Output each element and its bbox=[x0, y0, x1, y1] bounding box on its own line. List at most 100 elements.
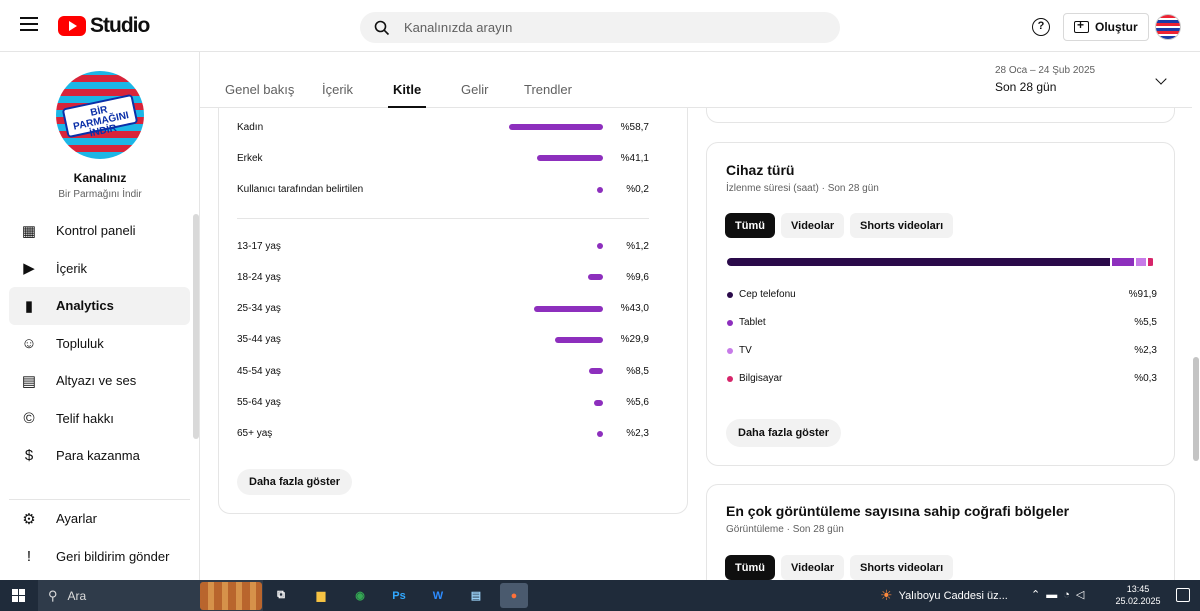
sidebar-item-label: Telif hakkı bbox=[56, 410, 114, 426]
feedback-icon: ! bbox=[26, 547, 32, 565]
menu-icon[interactable] bbox=[20, 17, 38, 31]
demographic-label: Kadın bbox=[237, 121, 264, 133]
app-icon[interactable]: W bbox=[424, 583, 452, 608]
sidebar-item-5[interactable]: © Telif hakkı bbox=[9, 400, 190, 438]
create-icon bbox=[1074, 18, 1089, 33]
account-avatar[interactable] bbox=[1155, 14, 1181, 40]
demographic-row: 45-54 yaş %8,5 bbox=[237, 361, 649, 381]
sidebar-scrollbar[interactable] bbox=[193, 214, 199, 439]
demographic-row: 55-64 yaş %5,6 bbox=[237, 393, 649, 413]
tab-content[interactable]: İçerik bbox=[322, 82, 353, 97]
taskbar-clock[interactable]: 13:45 25.02.2025 bbox=[1108, 583, 1168, 607]
clock-time: 13:45 bbox=[1126, 584, 1150, 594]
demographic-row: 25-34 yaş %43,0 bbox=[237, 299, 649, 319]
device-value: %0,3 bbox=[1134, 373, 1157, 384]
device-card-title: Cihaz türü bbox=[726, 162, 795, 178]
sidebar-item-4[interactable]: ▤ Altyazı ve ses bbox=[9, 362, 190, 400]
chevron-down-icon[interactable] bbox=[1155, 73, 1167, 85]
demographic-row: 13-17 yaş %1,2 bbox=[237, 236, 649, 256]
legend-dot bbox=[727, 320, 733, 326]
weather-widget[interactable]: ☀ Yalıboyu Caddesi üz... bbox=[880, 580, 1008, 611]
tab-overview[interactable]: Genel bakış bbox=[225, 82, 294, 97]
show-more-button[interactable]: Daha fazla göster bbox=[237, 469, 353, 495]
device-type-card: Cihaz türü İzlenme süresi (saat) · Son 2… bbox=[706, 142, 1175, 466]
demographic-label: 65+ yaş bbox=[237, 428, 273, 440]
sidebar-item-label: Analytics bbox=[56, 298, 114, 314]
windows-start-icon[interactable] bbox=[12, 589, 25, 602]
channel-name: Bir Parmağını İndir bbox=[58, 189, 142, 200]
main-scrollbar[interactable] bbox=[1193, 357, 1199, 461]
sidebar-item-1[interactable]: ▶ İçerik bbox=[9, 250, 190, 288]
sidebar-item-3[interactable]: ☺ Topluluk bbox=[9, 325, 190, 363]
photoshop-icon[interactable]: Ps bbox=[385, 583, 413, 608]
windows-taskbar: ⚲ Ara ⧉ ▆ ◉ Ps W ▤ ● ☀ Yalıboyu Caddesi üz... … bbox=[0, 580, 1200, 611]
file-explorer-icon[interactable]: ▆ bbox=[307, 583, 335, 608]
sidebar-bottom-item-1[interactable]: ! Geri bildirim gönder bbox=[9, 538, 190, 576]
sidebar-item-label: Altyazı ve ses bbox=[56, 373, 137, 389]
notepad-icon[interactable]: ▤ bbox=[462, 583, 490, 608]
sidebar-item-label: Ayarlar bbox=[56, 511, 97, 527]
demographic-value: %0,2 bbox=[626, 184, 649, 196]
weather-text: Yalıboyu Caddesi üz... bbox=[898, 589, 1008, 602]
device-share-segment bbox=[1111, 258, 1135, 266]
sidebar-bottom-item-0[interactable]: ⚙ Ayarlar bbox=[9, 500, 190, 538]
device-share-bar bbox=[727, 258, 1155, 266]
demographic-label: Erkek bbox=[237, 152, 263, 164]
sidebar: BİR PARMAĞINI İNDİR Kanalınız Bir Parmağın… bbox=[0, 52, 200, 580]
chrome-icon[interactable]: ◉ bbox=[346, 583, 374, 608]
filter-videos[interactable]: Videolar bbox=[781, 213, 845, 238]
demographic-bar bbox=[594, 399, 603, 406]
search-bar[interactable] bbox=[360, 12, 840, 43]
period-label[interactable]: Son 28 gün bbox=[995, 80, 1056, 94]
filter-videos[interactable]: Videolar bbox=[781, 555, 845, 580]
demographic-value: %29,9 bbox=[620, 334, 649, 346]
system-tray-icons[interactable]: ⌃▬◔◁ bbox=[1031, 588, 1090, 601]
legend-dot bbox=[727, 348, 733, 354]
sidebar-item-2[interactable]: ▮ Analytics bbox=[9, 287, 190, 325]
sidebar-item-6[interactable]: $ Para kazanma bbox=[9, 437, 190, 475]
sidebar-item-0[interactable]: ▦ Kontrol paneli bbox=[9, 212, 190, 250]
search-input[interactable] bbox=[404, 20, 804, 35]
tab-revenue[interactable]: Gelir bbox=[461, 82, 488, 97]
search-icon bbox=[374, 20, 390, 35]
firefox-icon[interactable]: ● bbox=[500, 583, 528, 608]
demographic-label: 13-17 yaş bbox=[237, 240, 281, 252]
demographic-label: 25-34 yaş bbox=[237, 303, 281, 315]
demographic-value: %41,1 bbox=[620, 152, 649, 164]
channel-avatar[interactable]: BİR PARMAĞINI İNDİR bbox=[56, 71, 144, 159]
demographic-label: 45-54 yaş bbox=[237, 365, 281, 377]
demographic-bar bbox=[597, 243, 603, 249]
tab-audience[interactable]: Kitle bbox=[387, 82, 427, 109]
help-icon[interactable]: ? bbox=[1032, 18, 1050, 36]
device-row: Tablet %5,5 bbox=[727, 315, 1157, 331]
youtube-play-icon bbox=[58, 16, 86, 36]
create-button[interactable]: Oluştur bbox=[1063, 13, 1149, 41]
device-row: Cep telefonu %91,9 bbox=[727, 287, 1157, 303]
demographic-bar bbox=[537, 155, 603, 162]
show-more-button[interactable]: Daha fazla göster bbox=[726, 419, 842, 447]
demographic-bar bbox=[597, 186, 603, 193]
analytics-tabs: Genel bakış İçerik Kitle Gelir Trendler … bbox=[200, 52, 1192, 109]
task-view-icon[interactable]: ⧉ bbox=[267, 583, 295, 608]
copyright-icon: © bbox=[23, 409, 35, 427]
notification-icon[interactable] bbox=[1176, 588, 1190, 602]
date-range[interactable]: 28 Oca – 24 Şub 2025 bbox=[995, 65, 1095, 76]
search-icon: ⚲ bbox=[48, 587, 58, 603]
tab-trends[interactable]: Trendler bbox=[524, 82, 572, 97]
filter-all[interactable]: Tümü bbox=[725, 555, 775, 580]
device-label: TV bbox=[739, 345, 752, 356]
device-label: Cep telefonu bbox=[739, 289, 796, 300]
geography-card-subtitle: Görüntüleme · Son 28 gün bbox=[726, 524, 844, 535]
demographic-value: %58,7 bbox=[620, 121, 649, 133]
create-label: Oluştur bbox=[1095, 20, 1138, 34]
studio-logo[interactable]: Studio bbox=[58, 14, 150, 38]
filter-shorts[interactable]: Shorts videoları bbox=[850, 213, 954, 238]
demographic-label: 55-64 yaş bbox=[237, 397, 281, 408]
channel-avatar-logo: BİR PARMAĞINI İNDİR bbox=[61, 93, 139, 139]
filter-shorts[interactable]: Shorts videoları bbox=[850, 555, 954, 580]
filter-all[interactable]: Tümü bbox=[725, 213, 775, 238]
sidebar-item-label: Topluluk bbox=[56, 335, 104, 351]
demographic-bar bbox=[555, 336, 603, 343]
legend-dot bbox=[727, 376, 733, 382]
settings-icon: ⚙ bbox=[22, 510, 36, 528]
